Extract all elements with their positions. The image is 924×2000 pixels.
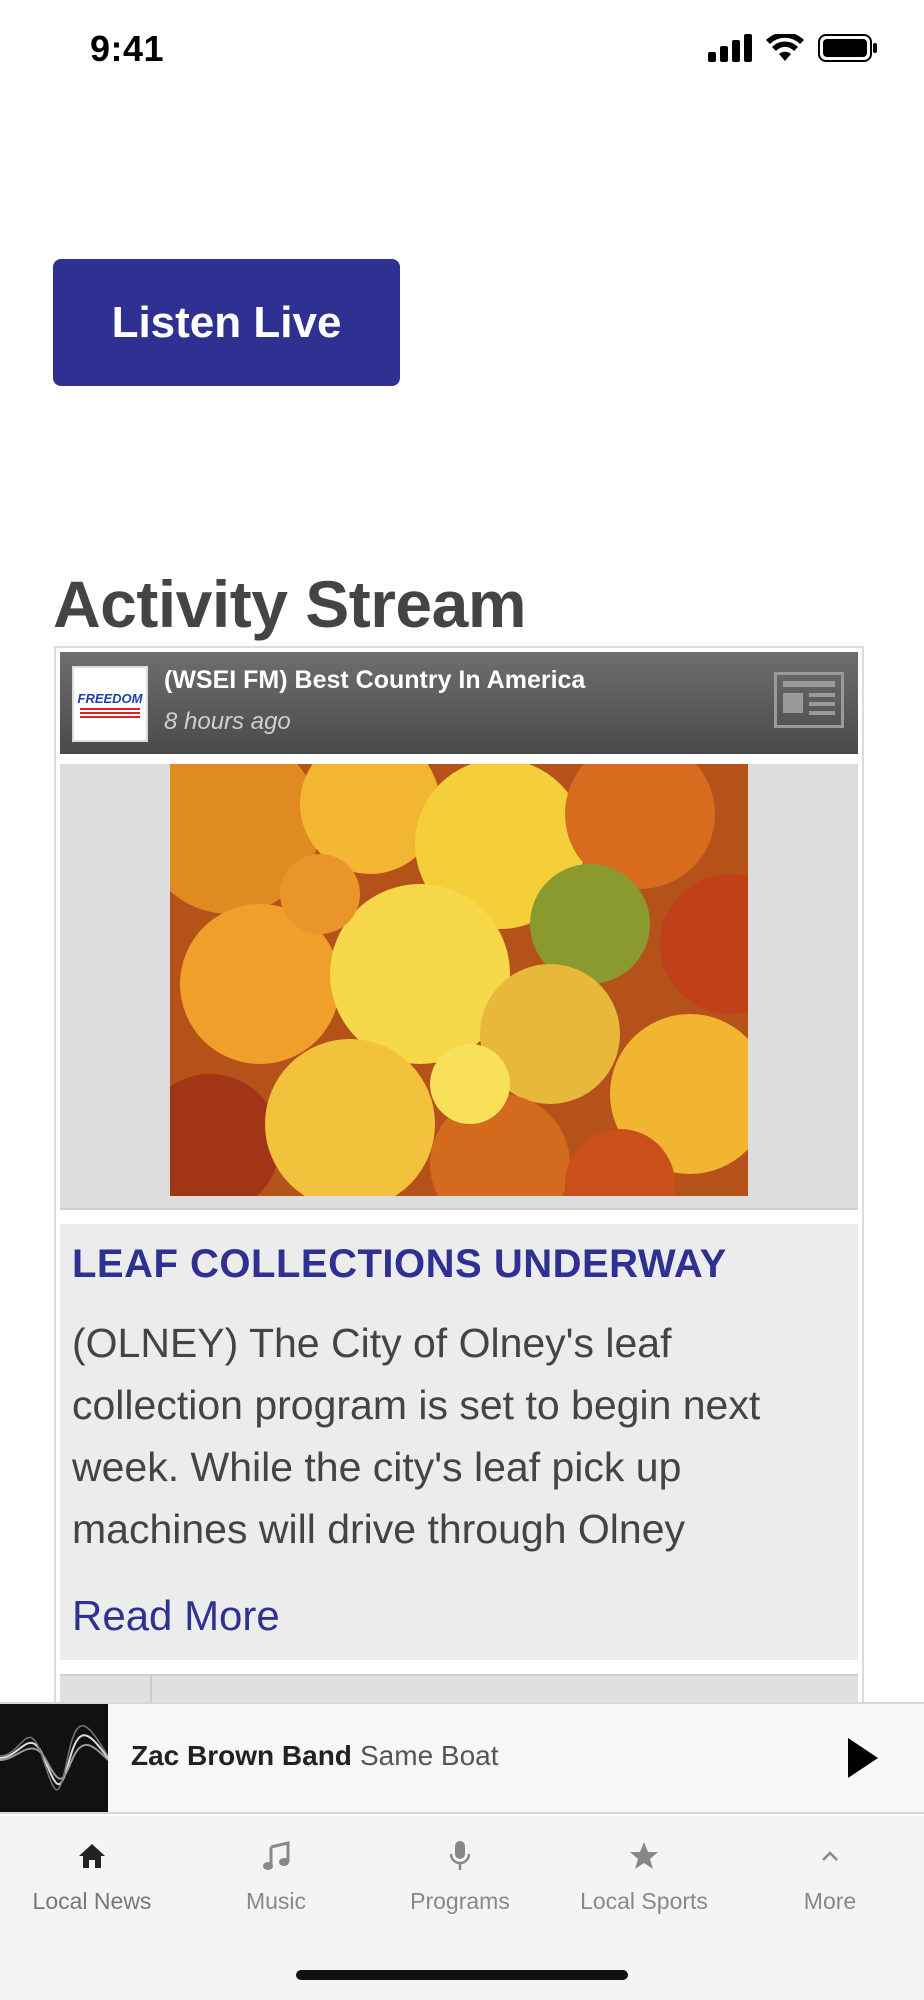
status-icons xyxy=(708,34,878,62)
section-title: Activity Stream xyxy=(53,567,527,641)
tab-more[interactable]: More xyxy=(738,1836,922,1926)
post-image-area xyxy=(60,764,858,1210)
post-header: FREEDOM (WSEI FM) Best Country In Americ… xyxy=(60,652,858,754)
cellular-signal-icon xyxy=(708,34,752,62)
status-bar: 9:41 xyxy=(0,0,924,100)
tab-local-news[interactable]: Local News xyxy=(0,1836,184,1926)
station-logo: FREEDOM xyxy=(72,666,148,742)
tab-label: Local News xyxy=(32,1888,152,1914)
now-playing-artist: Zac Brown Band xyxy=(131,1740,352,1771)
tab-programs[interactable]: Programs xyxy=(368,1836,552,1926)
album-art xyxy=(0,1704,108,1812)
listen-live-button[interactable]: Listen Live xyxy=(53,259,400,386)
tab-local-sports[interactable]: Local Sports xyxy=(552,1836,736,1926)
station-logo-text: FREEDOM xyxy=(77,690,143,706)
station-name: (WSEI FM) Best Country In America xyxy=(164,666,586,694)
tab-label: Local Sports xyxy=(580,1888,708,1914)
tab-label: Programs xyxy=(410,1888,510,1914)
music-note-icon xyxy=(263,1841,290,1870)
microphone-icon xyxy=(449,1841,471,1870)
chevron-up-icon xyxy=(822,1851,838,1861)
tab-label: Music xyxy=(245,1888,307,1914)
tab-label: More xyxy=(803,1888,857,1914)
home-icon xyxy=(79,1844,105,1868)
post-body: LEAF COLLECTIONS UNDERWAY (OLNEY) The Ci… xyxy=(60,1224,858,1660)
autumn-leaves-image[interactable] xyxy=(170,764,748,1196)
tab-music[interactable]: Music xyxy=(184,1836,368,1926)
post-excerpt: (OLNEY) The City of Olney's leaf collect… xyxy=(72,1320,761,1552)
news-article-icon xyxy=(774,672,844,728)
read-more-link[interactable]: Read More xyxy=(72,1592,280,1640)
play-icon[interactable] xyxy=(840,1734,884,1782)
logo-stripes xyxy=(80,707,140,718)
now-playing-bar[interactable]: Zac Brown Band Same Boat xyxy=(0,1702,924,1814)
post-time: 8 hours ago xyxy=(164,708,291,735)
home-indicator[interactable] xyxy=(296,1970,628,1980)
battery-icon xyxy=(818,34,877,62)
post-headline[interactable]: LEAF COLLECTIONS UNDERWAY xyxy=(72,1242,727,1287)
now-playing-song: Same Boat xyxy=(360,1740,499,1771)
activity-post-card[interactable]: FREEDOM (WSEI FM) Best Country In Americ… xyxy=(54,646,864,1706)
status-time: 9:41 xyxy=(90,28,165,69)
wifi-icon xyxy=(766,34,804,61)
star-icon xyxy=(630,1842,658,1869)
